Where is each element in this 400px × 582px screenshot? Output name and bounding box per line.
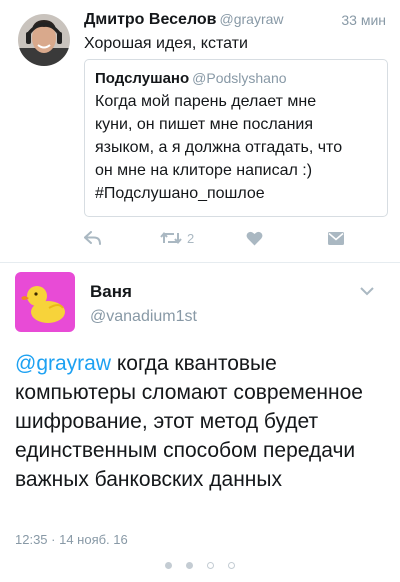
retweet-card[interactable]: Дмитро Веселов @grayraw 33 мин Хорошая ид… [0, 0, 400, 262]
page-dot[interactable] [165, 562, 172, 569]
page-indicator [0, 562, 400, 569]
page-dot[interactable] [207, 562, 214, 569]
direct-message-button[interactable] [328, 228, 344, 248]
mention-link[interactable]: @grayraw [15, 352, 111, 375]
tweet-actions: 2 [84, 228, 384, 248]
author-name-line[interactable]: Дмитро Веселов @grayraw [84, 11, 284, 29]
retweet-count: 2 [187, 230, 195, 246]
author-name[interactable]: Ваня [90, 282, 132, 302]
retweet-icon [160, 231, 182, 245]
page-dot[interactable] [228, 562, 235, 569]
quoted-author-line: Подслушано @Podslyshano [95, 70, 377, 87]
quoted-author-name: Подслушано [95, 70, 190, 87]
author-handle[interactable]: @grayraw [220, 11, 284, 27]
avatar[interactable] [18, 14, 70, 66]
quoted-tweet-text: Когда мой парень делает мне куни, он пиш… [95, 93, 343, 202]
retweet-button[interactable]: 2 [160, 228, 194, 248]
quoted-author-handle: @Podslyshano [192, 70, 287, 86]
reply-icon [84, 231, 101, 245]
heart-icon [246, 231, 263, 245]
tweet-timestamp: 12:35 · 14 нояб. 16 [15, 532, 128, 547]
chevron-down-icon [360, 287, 374, 296]
author-handle[interactable]: @vanadium1st [90, 308, 197, 326]
envelope-icon [328, 231, 344, 245]
tweet-text: Хорошая идея, кстати [84, 35, 248, 52]
divider [0, 262, 400, 263]
quoted-tweet[interactable]: Подслушано @Podslyshano Когда мой парень … [84, 59, 388, 217]
author-name[interactable]: Дмитро Веселов [84, 11, 217, 28]
avatar[interactable] [15, 272, 75, 332]
tweet-time: 33 мин [341, 12, 386, 28]
tweet-menu-button[interactable] [360, 283, 374, 301]
reply-button[interactable] [84, 228, 102, 248]
like-button[interactable] [246, 228, 263, 248]
tweet-text: @grayraw когда квантовые компьютеры слом… [15, 349, 387, 494]
page-dot[interactable] [186, 562, 193, 569]
